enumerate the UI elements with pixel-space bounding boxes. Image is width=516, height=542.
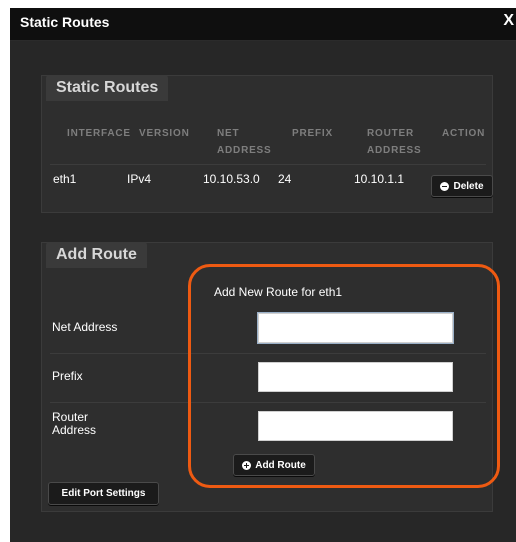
header-interface: INTERFACE: [67, 128, 131, 139]
add-route-legend: Add Route: [46, 242, 147, 268]
row-prefix: 24: [278, 172, 292, 186]
row-router-address: 10.10.1.1: [354, 172, 405, 186]
table-divider: [50, 164, 486, 165]
close-icon[interactable]: X: [503, 12, 514, 30]
prefix-label: Prefix: [52, 369, 83, 383]
add-route-panel: Add Route Add New Route for eth1 Net Add…: [41, 242, 493, 512]
static-routes-panel: Static Routes INTERFACE VERSION NET ADDR…: [41, 75, 493, 213]
net-address-label: Net Address: [52, 320, 118, 334]
delete-button[interactable]: Delete: [431, 175, 493, 197]
plus-circle-icon: [242, 460, 252, 470]
header-prefix: PREFIX: [292, 128, 333, 139]
router-address-input[interactable]: [258, 411, 453, 441]
static-routes-dialog: Static Routes X Static Routes INTERFACE …: [10, 8, 516, 542]
row-version: IPv4: [127, 172, 152, 186]
field-divider: [50, 353, 486, 354]
header-router: ROUTER: [367, 128, 415, 139]
static-routes-legend: Static Routes: [46, 75, 169, 101]
field-divider: [50, 402, 486, 403]
add-route-button-label: Add Route: [255, 459, 306, 471]
edit-port-settings-label: Edit Port Settings: [61, 488, 146, 499]
dialog-title: Static Routes: [20, 14, 110, 30]
edit-port-settings-button[interactable]: Edit Port Settings: [48, 482, 159, 505]
header-net-address: ADDRESS: [217, 145, 272, 156]
net-address-input[interactable]: [258, 313, 453, 343]
header-action: ACTION: [442, 128, 486, 139]
minus-circle-icon: [440, 181, 450, 191]
delete-button-label: Delete: [453, 180, 484, 192]
header-router-address: ADDRESS: [367, 145, 422, 156]
add-route-button[interactable]: Add Route: [233, 454, 315, 476]
row-interface: eth1: [53, 172, 77, 186]
header-version: VERSION: [139, 128, 190, 139]
dialog-titlebar: Static Routes X: [10, 8, 516, 41]
router-address-label-line2: Address: [52, 423, 97, 437]
add-route-subtitle: Add New Route for eth1: [214, 285, 343, 299]
header-net: NET: [217, 128, 240, 139]
row-net-address: 10.10.53.0: [203, 172, 260, 186]
prefix-input[interactable]: [258, 362, 453, 392]
